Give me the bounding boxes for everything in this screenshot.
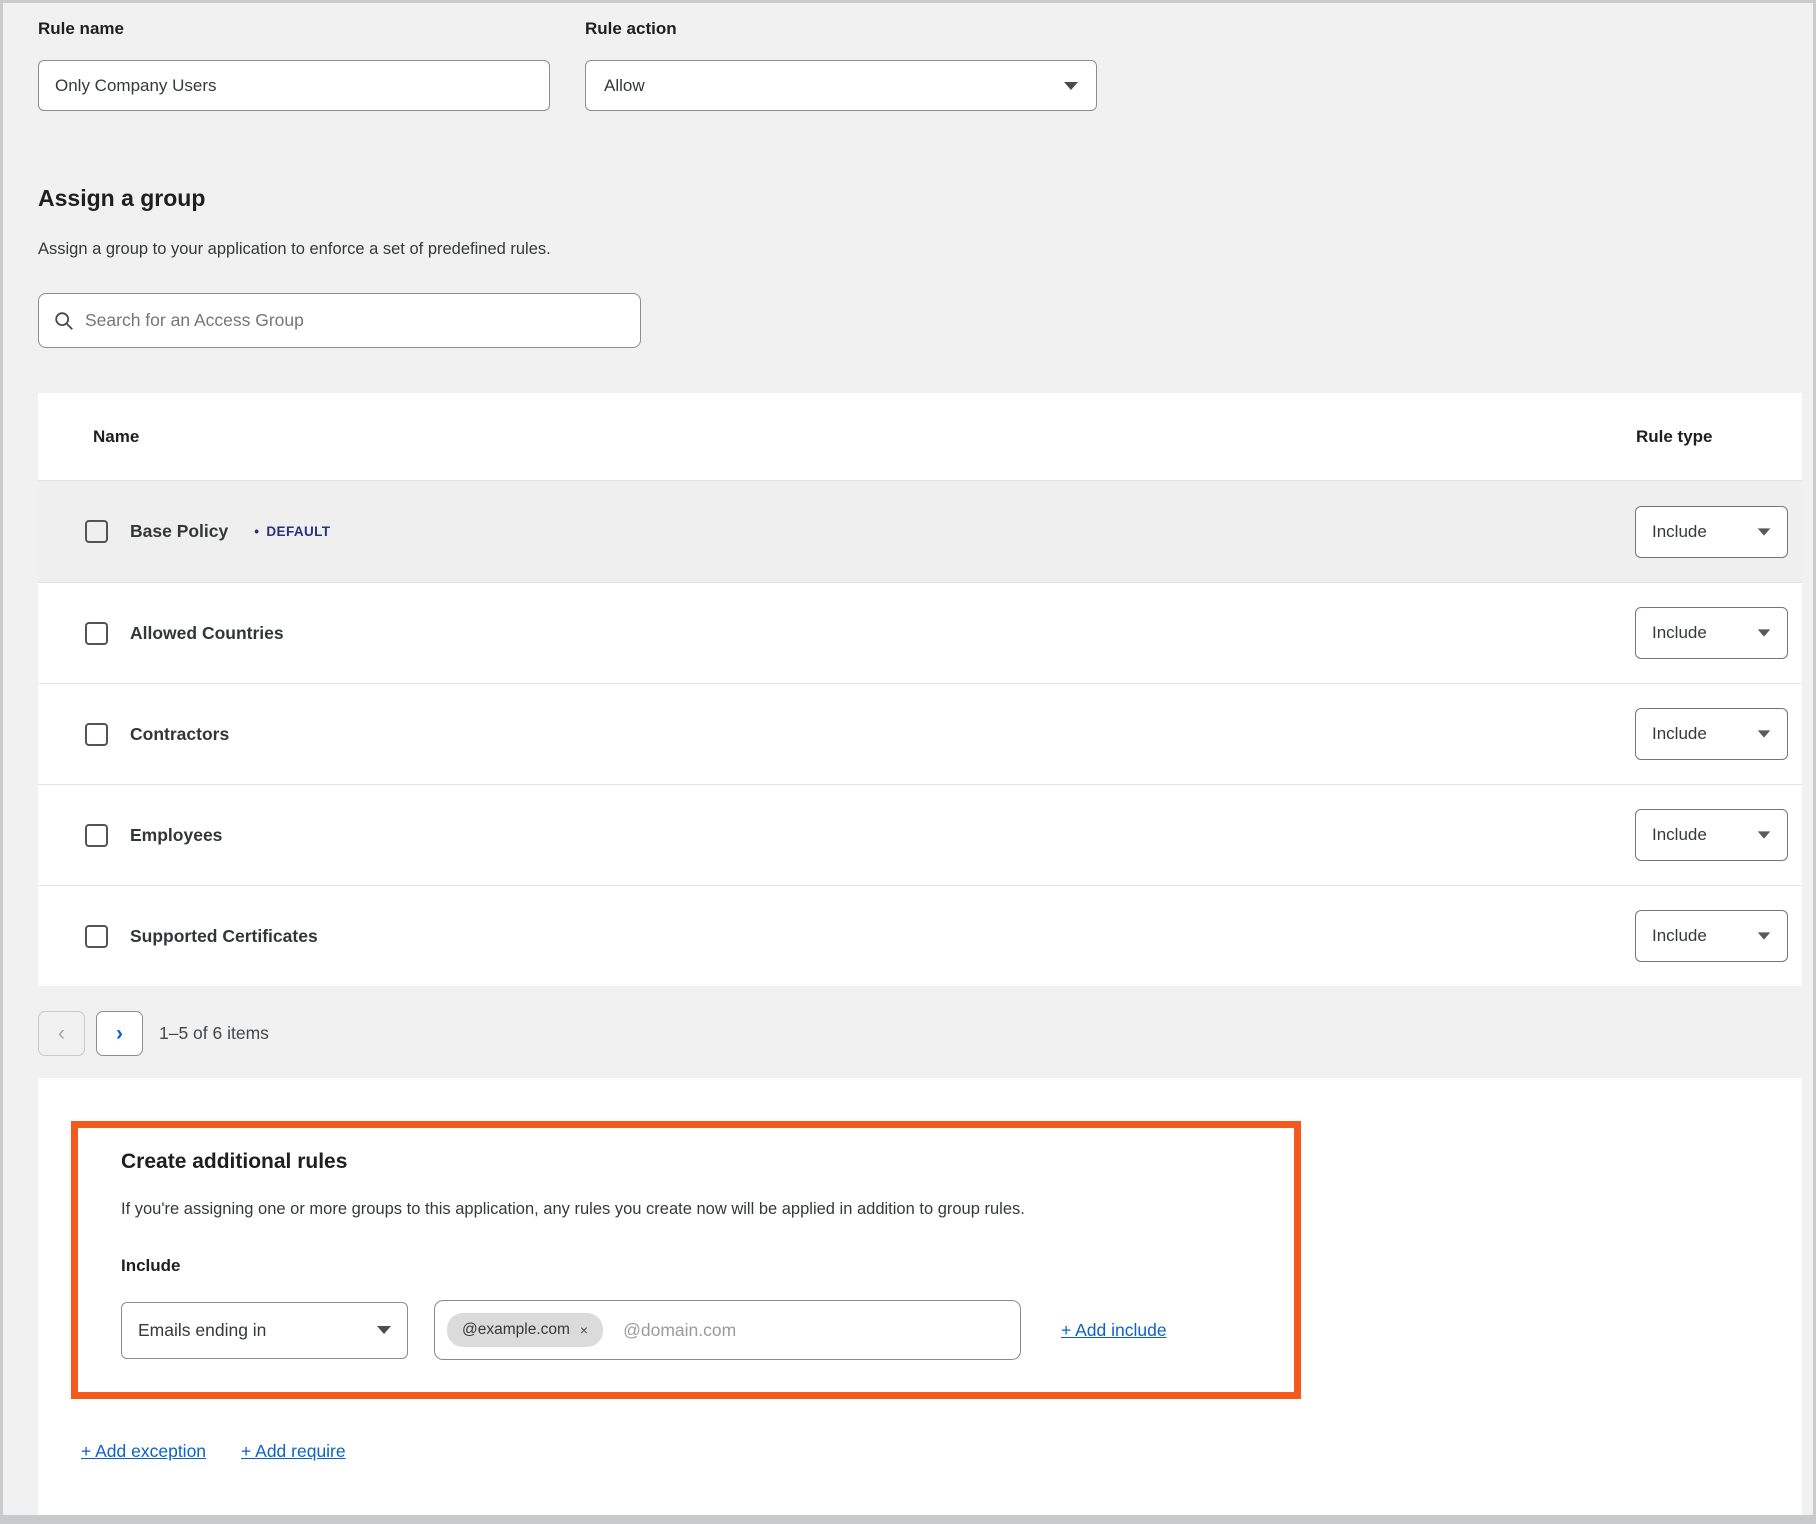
group-name: Employees (130, 825, 222, 846)
assign-group-description: Assign a group to your application to en… (38, 240, 551, 259)
highlight-box: Create additional rules If you're assign… (71, 1121, 1301, 1399)
rule-action-value: Allow (604, 76, 645, 96)
chevron-down-icon (1758, 730, 1771, 737)
chip-label: @example.com (462, 1321, 570, 1339)
chevron-down-icon (1758, 528, 1771, 535)
search-icon (53, 310, 75, 332)
pagination-summary: 1–5 of 6 items (159, 1023, 269, 1044)
table-row: Contractors Include (38, 683, 1802, 784)
chevron-left-icon: ‹ (58, 1022, 65, 1046)
table-row: Supported Certificates Include (38, 885, 1802, 986)
access-policy-page: Rule name Rule action Allow Assign a gro… (0, 0, 1816, 1524)
rule-type-value: Include (1652, 825, 1707, 845)
add-exception-link[interactable]: + Add exception (81, 1441, 206, 1462)
groups-table: Name Rule type Base Policy • DEFAULT Inc… (38, 393, 1802, 986)
row-checkbox[interactable] (85, 824, 108, 847)
rule-type-dropdown[interactable]: Include (1635, 708, 1788, 760)
rule-name-label: Rule name (38, 19, 124, 39)
rule-action-select[interactable]: Allow (585, 60, 1097, 111)
access-group-search[interactable] (38, 293, 641, 348)
additional-rules-title: Create additional rules (121, 1150, 347, 1174)
rule-type-value: Include (1652, 926, 1707, 946)
row-checkbox[interactable] (85, 520, 108, 543)
pagination: ‹ › 1–5 of 6 items (38, 1011, 269, 1056)
previous-page-button[interactable]: ‹ (38, 1011, 85, 1056)
chevron-down-icon (1758, 932, 1771, 939)
default-badge: • DEFAULT (254, 524, 330, 539)
chevron-down-icon (1758, 831, 1771, 838)
table-header-row: Name Rule type (38, 393, 1802, 481)
rule-type-dropdown[interactable]: Include (1635, 506, 1788, 558)
search-input[interactable] (85, 310, 626, 331)
additional-rules-description: If you're assigning one or more groups t… (121, 1200, 1271, 1219)
add-require-link[interactable]: + Add require (241, 1441, 346, 1462)
include-label: Include (121, 1256, 181, 1276)
row-checkbox[interactable] (85, 925, 108, 948)
chevron-down-icon (1064, 82, 1078, 90)
rule-type-dropdown[interactable]: Include (1635, 910, 1788, 962)
selector-dropdown[interactable]: Emails ending in (121, 1302, 408, 1359)
chevron-down-icon (377, 1326, 391, 1334)
email-chip: @example.com × (447, 1313, 603, 1347)
next-page-button[interactable]: › (96, 1011, 143, 1056)
email-domain-field[interactable]: @example.com × (434, 1300, 1021, 1360)
additional-rules-card: Create additional rules If you're assign… (38, 1078, 1802, 1515)
group-name: Contractors (130, 724, 229, 745)
column-header-name: Name (93, 427, 139, 447)
chevron-right-icon: › (116, 1022, 123, 1046)
group-name: Supported Certificates (130, 926, 318, 947)
selector-value: Emails ending in (138, 1320, 266, 1341)
row-checkbox[interactable] (85, 622, 108, 645)
table-row: Base Policy • DEFAULT Include (38, 481, 1802, 582)
table-row: Employees Include (38, 784, 1802, 885)
group-name: Base Policy (130, 521, 228, 542)
remove-chip-icon[interactable]: × (580, 1323, 588, 1337)
assign-group-title: Assign a group (38, 185, 205, 212)
domain-input[interactable] (623, 1320, 1008, 1341)
rule-type-value: Include (1652, 522, 1707, 542)
badge-text: DEFAULT (266, 524, 330, 539)
column-header-rule-type: Rule type (1636, 427, 1713, 447)
badge-bullet: • (254, 524, 259, 539)
chevron-down-icon (1758, 629, 1771, 636)
group-name: Allowed Countries (130, 623, 284, 644)
add-include-link[interactable]: + Add include (1061, 1320, 1167, 1341)
rule-type-dropdown[interactable]: Include (1635, 607, 1788, 659)
rule-name-input[interactable] (38, 60, 550, 111)
table-row: Allowed Countries Include (38, 582, 1802, 683)
rule-type-value: Include (1652, 623, 1707, 643)
rule-type-value: Include (1652, 724, 1707, 744)
rule-type-dropdown[interactable]: Include (1635, 809, 1788, 861)
row-checkbox[interactable] (85, 723, 108, 746)
rule-action-label: Rule action (585, 19, 677, 39)
